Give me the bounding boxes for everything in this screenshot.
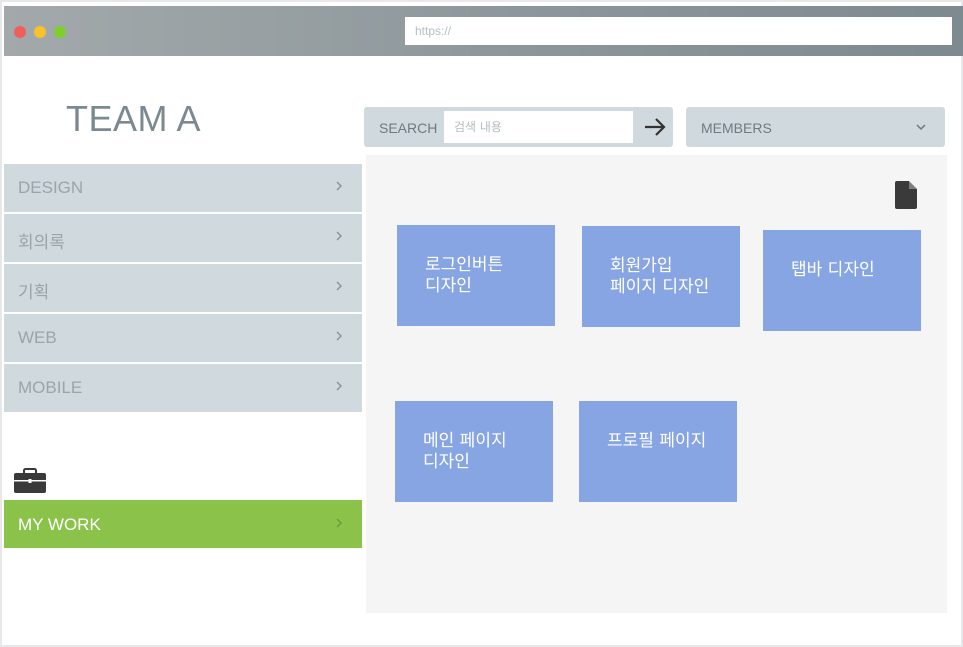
sidebar-item-label: WEB [18, 328, 57, 347]
card-title: 회원가입 페이지 디자인 [610, 256, 710, 297]
chevron-right-icon [336, 331, 343, 341]
search-bar: SEARCH [364, 107, 673, 147]
card-signup-page-design[interactable]: 회원가입 페이지 디자인 [582, 226, 740, 327]
maximize-window-button[interactable] [54, 26, 66, 38]
members-dropdown[interactable]: MEMBERS [686, 107, 945, 147]
sidebar-item-web[interactable]: WEB [4, 314, 362, 362]
browser-chrome [4, 6, 963, 56]
sidebar-item-design[interactable]: DESIGN [4, 164, 362, 212]
card-main-page-design[interactable]: 메인 페이지 디자인 [395, 401, 553, 502]
sidebar-item-planning[interactable]: 기획 [4, 264, 362, 312]
app-window: TEAM A DESIGN 회의록 기획 WEB MOBILE MY WORK [0, 0, 963, 647]
sidebar-item-label: DESIGN [18, 178, 84, 197]
chevron-right-icon [336, 281, 343, 291]
chevron-right-icon [336, 518, 343, 528]
close-window-button[interactable] [14, 26, 26, 38]
sidebar-item-label: 회의록 [18, 233, 65, 252]
briefcase-icon [14, 468, 46, 493]
chevron-down-icon [916, 124, 926, 131]
card-profile-page[interactable]: 프로필 페이지 [579, 401, 737, 502]
mywork-label: MY WORK [18, 515, 101, 534]
card-tabbar-design[interactable]: 탭바 디자인 [763, 230, 921, 331]
card-title: 로그인버튼 디자인 [425, 255, 504, 296]
sidebar-item-minutes[interactable]: 회의록 [4, 214, 362, 262]
content-panel: 로그인버튼 디자인 회원가입 페이지 디자인 탭바 디자인 메인 페이지 디자인… [366, 155, 947, 613]
sidebar: DESIGN 회의록 기획 WEB MOBILE [4, 164, 362, 414]
chevron-right-icon [336, 381, 343, 391]
sidebar-item-mobile[interactable]: MOBILE [4, 364, 362, 412]
card-title: 탭바 디자인 [791, 260, 875, 280]
chevron-right-icon [336, 231, 343, 241]
card-title: 프로필 페이지 [607, 431, 707, 451]
arrow-right-icon[interactable] [643, 115, 667, 139]
url-input[interactable] [405, 17, 952, 45]
search-label: SEARCH [379, 120, 438, 136]
chevron-right-icon [336, 181, 343, 191]
search-input[interactable] [444, 111, 633, 143]
minimize-window-button[interactable] [34, 26, 46, 38]
file-icon[interactable] [895, 181, 917, 209]
card-login-button-design[interactable]: 로그인버튼 디자인 [397, 225, 555, 326]
card-title: 메인 페이지 디자인 [423, 431, 507, 472]
mywork-button[interactable]: MY WORK [4, 500, 362, 548]
members-label: MEMBERS [701, 120, 772, 136]
sidebar-item-label: MOBILE [18, 378, 83, 397]
sidebar-item-label: 기획 [18, 283, 50, 302]
team-title: TEAM A [66, 98, 202, 139]
